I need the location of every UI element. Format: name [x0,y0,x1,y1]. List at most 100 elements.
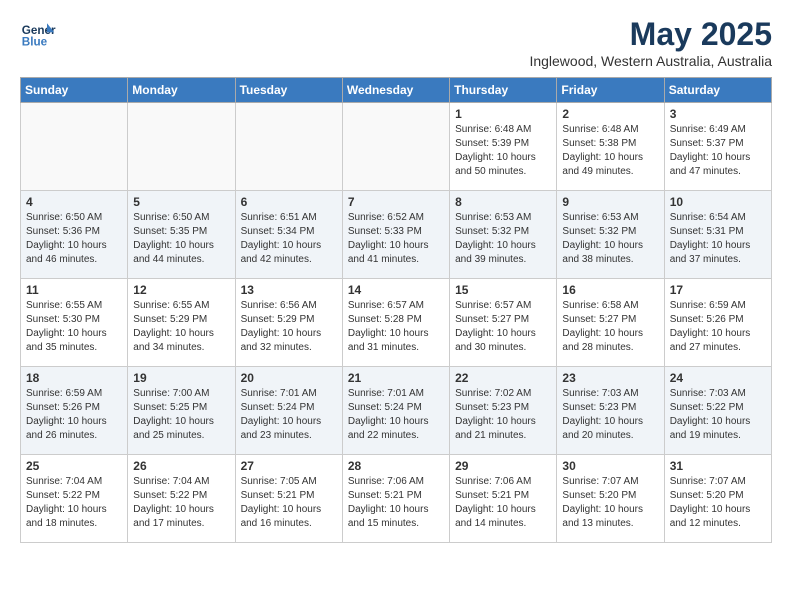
calendar-day-cell: 4 Sunrise: 6:50 AM Sunset: 5:36 PM Daylig… [21,191,128,279]
day-info: Sunrise: 6:50 AM Sunset: 5:35 PM Dayligh… [133,211,229,267]
day-info: Sunrise: 6:48 AM Sunset: 5:38 PM Dayligh… [562,123,658,179]
calendar-day-cell: 2 Sunrise: 6:48 AM Sunset: 5:38 PM Daylig… [557,103,664,191]
day-number: 5 [133,195,229,209]
day-number: 29 [455,459,551,473]
day-number: 2 [562,107,658,121]
day-number: 16 [562,283,658,297]
calendar-day-cell: 7 Sunrise: 6:52 AM Sunset: 5:33 PM Daylig… [342,191,449,279]
calendar-day-cell [21,103,128,191]
day-of-week-header: Saturday [664,78,771,103]
day-info: Sunrise: 6:56 AM Sunset: 5:29 PM Dayligh… [241,299,337,355]
calendar-day-cell: 1 Sunrise: 6:48 AM Sunset: 5:39 PM Daylig… [450,103,557,191]
day-number: 3 [670,107,766,121]
calendar-day-cell: 13 Sunrise: 6:56 AM Sunset: 5:29 PM Dayli… [235,279,342,367]
calendar-day-cell [342,103,449,191]
day-info: Sunrise: 6:51 AM Sunset: 5:34 PM Dayligh… [241,211,337,267]
calendar-day-cell: 29 Sunrise: 7:06 AM Sunset: 5:21 PM Dayli… [450,455,557,543]
calendar-day-cell: 27Sunrise: 7:05 AM Sunset: 5:21 PM Dayli… [235,455,342,543]
calendar-week-row: 1 Sunrise: 6:48 AM Sunset: 5:39 PM Daylig… [21,103,772,191]
day-number: 31 [670,459,766,473]
calendar-day-cell: 9Sunrise: 6:53 AM Sunset: 5:32 PM Daylig… [557,191,664,279]
calendar-day-cell: 14Sunrise: 6:57 AM Sunset: 5:28 PM Dayli… [342,279,449,367]
day-number: 7 [348,195,444,209]
day-number: 15 [455,283,551,297]
calendar-day-cell: 25 Sunrise: 7:04 AM Sunset: 5:22 PM Dayli… [21,455,128,543]
calendar-day-cell: 15 Sunrise: 6:57 AM Sunset: 5:27 PM Dayli… [450,279,557,367]
day-number: 30 [562,459,658,473]
location: Inglewood, Western Australia, Australia [529,53,772,69]
day-of-week-header: Friday [557,78,664,103]
calendar-day-cell: 10Sunrise: 6:54 AM Sunset: 5:31 PM Dayli… [664,191,771,279]
calendar-header-row: SundayMondayTuesdayWednesdayThursdayFrid… [21,78,772,103]
day-info: Sunrise: 6:50 AM Sunset: 5:36 PM Dayligh… [26,211,122,267]
day-number: 20 [241,371,337,385]
day-number: 27 [241,459,337,473]
title-block: May 2025 Inglewood, Western Australia, A… [529,16,772,69]
day-number: 25 [26,459,122,473]
svg-text:Blue: Blue [22,36,48,49]
calendar-day-cell: 22 Sunrise: 7:02 AM Sunset: 5:23 PM Dayli… [450,367,557,455]
calendar-day-cell: 16Sunrise: 6:58 AM Sunset: 5:27 PM Dayli… [557,279,664,367]
day-number: 28 [348,459,444,473]
page-header: General Blue May 2025 Inglewood, Western… [20,16,772,69]
day-number: 6 [241,195,337,209]
day-info: Sunrise: 7:04 AM Sunset: 5:22 PM Dayligh… [26,475,122,531]
day-info: Sunrise: 7:06 AM Sunset: 5:21 PM Dayligh… [348,475,444,531]
day-of-week-header: Thursday [450,78,557,103]
day-number: 23 [562,371,658,385]
day-number: 12 [133,283,229,297]
day-number: 18 [26,371,122,385]
calendar-day-cell: 17Sunrise: 6:59 AM Sunset: 5:26 PM Dayli… [664,279,771,367]
day-info: Sunrise: 7:02 AM Sunset: 5:23 PM Dayligh… [455,387,551,443]
day-number: 4 [26,195,122,209]
day-info: Sunrise: 6:59 AM Sunset: 5:26 PM Dayligh… [670,299,766,355]
calendar-week-row: 4 Sunrise: 6:50 AM Sunset: 5:36 PM Daylig… [21,191,772,279]
day-number: 9 [562,195,658,209]
day-of-week-header: Monday [128,78,235,103]
day-of-week-header: Wednesday [342,78,449,103]
day-number: 26 [133,459,229,473]
day-info: Sunrise: 7:07 AM Sunset: 5:20 PM Dayligh… [562,475,658,531]
calendar-day-cell: 23Sunrise: 7:03 AM Sunset: 5:23 PM Dayli… [557,367,664,455]
calendar-day-cell: 18 Sunrise: 6:59 AM Sunset: 5:26 PM Dayli… [21,367,128,455]
logo-icon: General Blue [20,16,56,52]
calendar-table: SundayMondayTuesdayWednesdayThursdayFrid… [20,77,772,543]
calendar-day-cell [235,103,342,191]
month-title: May 2025 [529,16,772,53]
day-info: Sunrise: 6:53 AM Sunset: 5:32 PM Dayligh… [455,211,551,267]
calendar-day-cell: 26 Sunrise: 7:04 AM Sunset: 5:22 PM Dayli… [128,455,235,543]
calendar-day-cell: 30 Sunrise: 7:07 AM Sunset: 5:20 PM Dayli… [557,455,664,543]
day-info: Sunrise: 7:00 AM Sunset: 5:25 PM Dayligh… [133,387,229,443]
day-number: 22 [455,371,551,385]
calendar-day-cell: 21Sunrise: 7:01 AM Sunset: 5:24 PM Dayli… [342,367,449,455]
day-info: Sunrise: 6:49 AM Sunset: 5:37 PM Dayligh… [670,123,766,179]
day-number: 1 [455,107,551,121]
calendar-day-cell: 3 Sunrise: 6:49 AM Sunset: 5:37 PM Daylig… [664,103,771,191]
day-info: Sunrise: 6:59 AM Sunset: 5:26 PM Dayligh… [26,387,122,443]
day-number: 19 [133,371,229,385]
calendar-week-row: 25 Sunrise: 7:04 AM Sunset: 5:22 PM Dayli… [21,455,772,543]
day-info: Sunrise: 6:55 AM Sunset: 5:29 PM Dayligh… [133,299,229,355]
calendar-day-cell [128,103,235,191]
day-info: Sunrise: 6:48 AM Sunset: 5:39 PM Dayligh… [455,123,551,179]
calendar-day-cell: 19 Sunrise: 7:00 AM Sunset: 5:25 PM Dayli… [128,367,235,455]
day-info: Sunrise: 7:06 AM Sunset: 5:21 PM Dayligh… [455,475,551,531]
day-info: Sunrise: 7:07 AM Sunset: 5:20 PM Dayligh… [670,475,766,531]
calendar-day-cell: 28 Sunrise: 7:06 AM Sunset: 5:21 PM Dayli… [342,455,449,543]
day-info: Sunrise: 7:01 AM Sunset: 5:24 PM Dayligh… [241,387,337,443]
day-info: Sunrise: 6:57 AM Sunset: 5:27 PM Dayligh… [455,299,551,355]
calendar-day-cell: 5 Sunrise: 6:50 AM Sunset: 5:35 PM Daylig… [128,191,235,279]
day-of-week-header: Sunday [21,78,128,103]
calendar-body: 1 Sunrise: 6:48 AM Sunset: 5:39 PM Daylig… [21,103,772,543]
day-info: Sunrise: 6:52 AM Sunset: 5:33 PM Dayligh… [348,211,444,267]
calendar-day-cell: 24Sunrise: 7:03 AM Sunset: 5:22 PM Dayli… [664,367,771,455]
calendar-day-cell: 12 Sunrise: 6:55 AM Sunset: 5:29 PM Dayli… [128,279,235,367]
day-number: 13 [241,283,337,297]
day-info: Sunrise: 6:54 AM Sunset: 5:31 PM Dayligh… [670,211,766,267]
calendar-day-cell: 11Sunrise: 6:55 AM Sunset: 5:30 PM Dayli… [21,279,128,367]
day-info: Sunrise: 6:57 AM Sunset: 5:28 PM Dayligh… [348,299,444,355]
day-number: 8 [455,195,551,209]
day-number: 11 [26,283,122,297]
day-info: Sunrise: 7:04 AM Sunset: 5:22 PM Dayligh… [133,475,229,531]
day-of-week-header: Tuesday [235,78,342,103]
